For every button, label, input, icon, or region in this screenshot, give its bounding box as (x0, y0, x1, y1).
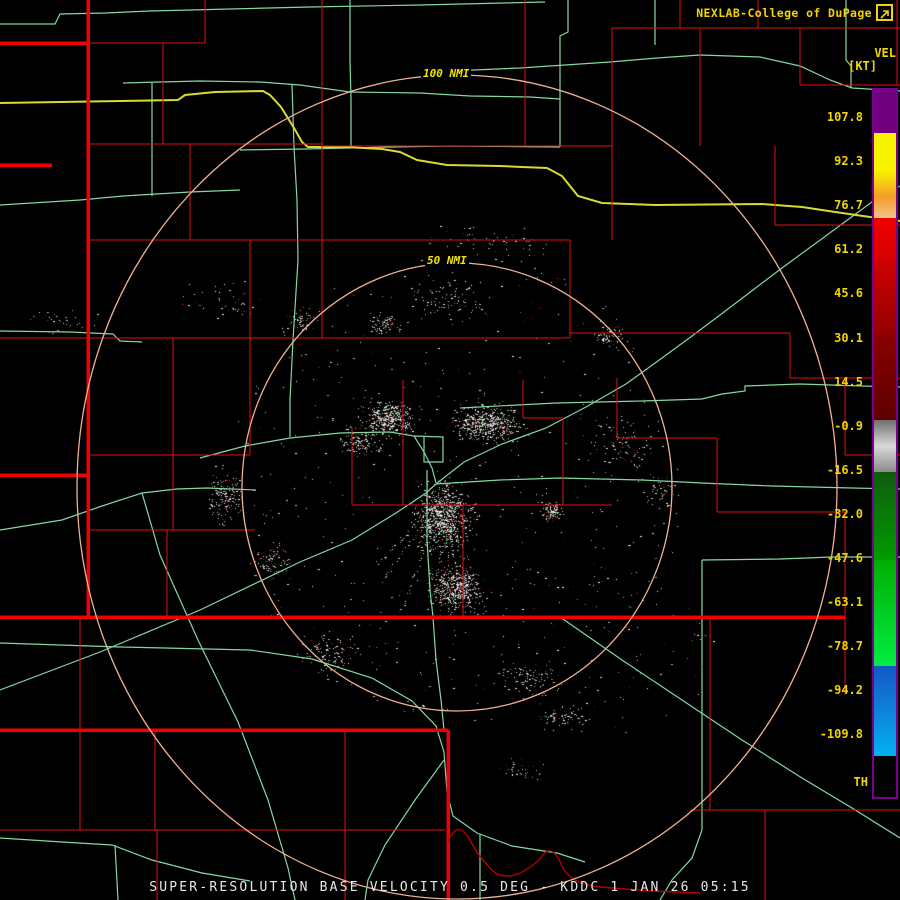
road-line (435, 185, 900, 485)
road-line (289, 84, 299, 437)
road-line (426, 470, 445, 731)
colorbar-units: [KT] (848, 59, 877, 73)
colorbar-tick-label: 14.5 (834, 374, 863, 389)
app-title: NEXLAB-College of DuPage (696, 6, 872, 20)
colorbar-segment (874, 262, 896, 335)
status-bar: SUPER-RESOLUTION BASE VELOCITY 0.5 DEG -… (149, 880, 751, 895)
colorbar-segment (874, 446, 896, 472)
colorbar-segment (874, 197, 896, 218)
road-line (199, 431, 437, 484)
radar-display-window: NEXLAB-College of DuPage VEL [KT] 107.8 9… (0, 0, 900, 900)
road-line (0, 487, 257, 531)
road-line (122, 80, 561, 100)
colorbar-tick-label: -47.6 (826, 551, 863, 565)
colorbar-tick-label: -78.7 (826, 639, 863, 654)
map-overlay (0, 0, 900, 900)
road-line (0, 189, 241, 206)
colorbar-threshold-label: TH (853, 775, 868, 789)
colorbar-tick-label: 45.6 (834, 286, 863, 301)
colorbar-segment (874, 335, 896, 420)
road-line (0, 837, 251, 882)
colorbar-tick-label: -16.5 (826, 462, 863, 477)
road-line (701, 556, 900, 561)
range-ring (76, 74, 838, 900)
external-link-icon[interactable] (876, 4, 893, 21)
road-line (349, 0, 352, 146)
road-line (413, 435, 444, 463)
colorbar-segment (874, 133, 896, 170)
colorbar-tick-label: 76.7 (834, 198, 863, 213)
road-line (435, 477, 900, 490)
colorbar-tick-label: 61.2 (834, 242, 863, 257)
arrow-up-right-glyph (880, 10, 889, 19)
velocity-colorbar (872, 88, 898, 799)
colorbar-tick-label: -0.9 (834, 418, 863, 433)
colorbar-tick-label: -109.8 (819, 727, 863, 742)
colorbar-tick-label: 92.3 (834, 154, 863, 169)
colorbar-segment (874, 756, 896, 797)
road-line (114, 844, 119, 900)
colorbar-tick-label: 30.1 (834, 330, 863, 345)
road-line (0, 483, 437, 691)
road-line (659, 560, 703, 900)
colorbar-segment (874, 560, 896, 666)
colorbar-segment (874, 218, 896, 262)
colorbar-segment (874, 472, 896, 560)
range-ring (241, 262, 673, 712)
road-line (0, 1, 546, 25)
colorbar-tick-label: -32.0 (826, 506, 863, 521)
colorbar-tick-label: -94.2 (826, 683, 863, 698)
colorbar-segment (874, 420, 896, 446)
range-ring-label: 100 NMI (421, 67, 472, 80)
road-line (0, 330, 143, 343)
colorbar-segment (874, 170, 896, 197)
colorbar-tick-label: -63.1 (826, 595, 863, 610)
road-line (141, 492, 296, 900)
colorbar-segment (874, 666, 896, 712)
road-line (559, 0, 569, 147)
highway-line (0, 89, 900, 222)
road-line (0, 642, 586, 863)
colorbar-segment (874, 712, 896, 756)
range-ring-label: 50 NMI (425, 254, 469, 267)
colorbar-title: VEL (874, 46, 896, 60)
colorbar-segment (874, 90, 896, 133)
colorbar-tick-label: 107.8 (826, 110, 863, 124)
